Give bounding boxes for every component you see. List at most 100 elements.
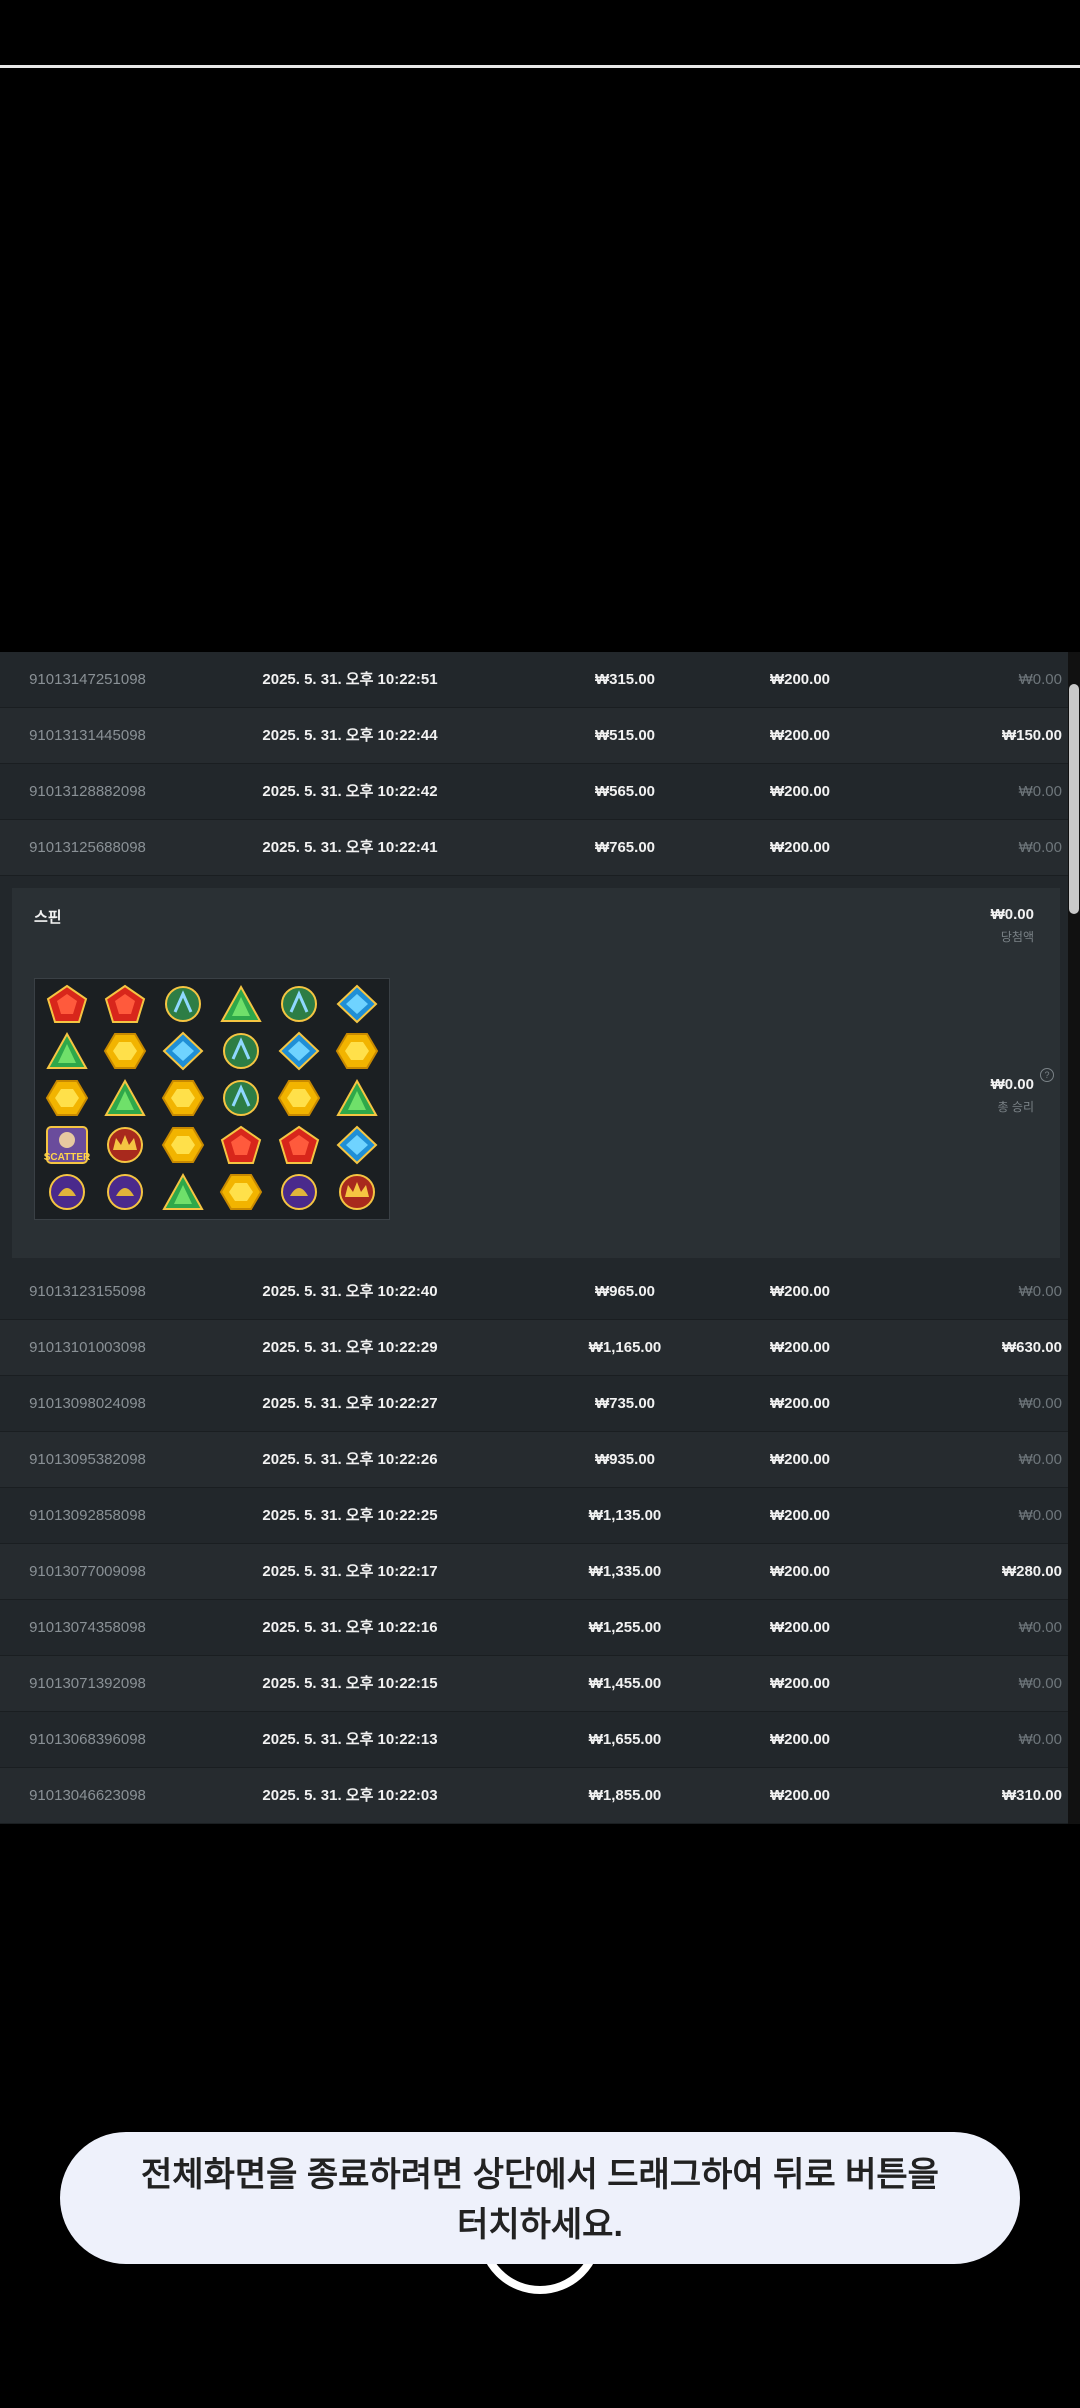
round-balance: ₩315.00 — [594, 671, 656, 688]
round-win: ₩0.00 — [1018, 1675, 1062, 1692]
round-win: ₩0.00 — [1018, 1395, 1062, 1412]
round-win: ₩0.00 — [1018, 1283, 1062, 1300]
round-time: 2025. 5. 31. 오후 10:22:42 — [262, 783, 438, 800]
round-time: 2025. 5. 31. 오후 10:22:51 — [262, 671, 438, 688]
round-balance: ₩515.00 — [594, 727, 656, 744]
round-time: 2025. 5. 31. 오후 10:22:44 — [262, 727, 438, 744]
reel-grid: SCATTER — [34, 978, 390, 1220]
toast-line-1: 전체화면을 종료하려면 상단에서 드래그하여 뒤로 버튼을 — [141, 2156, 939, 2194]
green-orb-gem-icon — [271, 981, 327, 1026]
round-time: 2025. 5. 31. 오후 10:22:15 — [262, 1675, 438, 1692]
red-gem-icon — [97, 981, 153, 1026]
purple-gem-icon — [271, 1169, 327, 1214]
round-id: 91013077009098 — [29, 1563, 146, 1580]
history-row[interactable]: 91013098024098 2025. 5. 31. 오후 10:22:27 ₩7… — [0, 1376, 1068, 1432]
round-time: 2025. 5. 31. 오후 10:22:40 — [262, 1283, 438, 1300]
history-row[interactable]: 91013046623098 2025. 5. 31. 오후 10:22:03 ₩1… — [0, 1768, 1068, 1824]
total-win-label: 총 승리 — [997, 1100, 1034, 1114]
green-gem-icon — [329, 1075, 385, 1120]
round-balance: ₩1,165.00 — [588, 1339, 662, 1356]
green-gem-icon — [97, 1075, 153, 1120]
round-bet: ₩200.00 — [769, 1619, 831, 1636]
crown-gem-icon — [97, 1122, 153, 1167]
green-orb-gem-icon — [213, 1075, 269, 1120]
top-divider-line — [0, 65, 1080, 68]
yellow-gem-icon — [39, 1075, 95, 1120]
history-row[interactable]: 91013068396098 2025. 5. 31. 오후 10:22:13 ₩1… — [0, 1712, 1068, 1768]
blue-gem-icon — [271, 1028, 327, 1073]
round-id: 91013101003098 — [29, 1339, 146, 1356]
round-bet: ₩200.00 — [769, 671, 831, 688]
round-balance: ₩565.00 — [594, 783, 656, 800]
history-row[interactable]: 91013101003098 2025. 5. 31. 오후 10:22:29 ₩1… — [0, 1320, 1068, 1376]
history-row[interactable]: 91013092858098 2025. 5. 31. 오후 10:22:25 ₩1… — [0, 1488, 1068, 1544]
yellow-gem-icon — [155, 1122, 211, 1167]
scrollbar-thumb[interactable] — [1069, 684, 1079, 914]
round-balance: ₩965.00 — [594, 1283, 656, 1300]
round-win: ₩0.00 — [1018, 1451, 1062, 1468]
round-bet: ₩200.00 — [769, 727, 831, 744]
round-time: 2025. 5. 31. 오후 10:22:17 — [262, 1563, 438, 1580]
round-id: 91013125688098 — [29, 839, 146, 856]
round-time: 2025. 5. 31. 오후 10:22:13 — [262, 1731, 438, 1748]
round-balance: ₩765.00 — [594, 839, 656, 856]
history-row[interactable]: 91013074358098 2025. 5. 31. 오후 10:22:16 ₩1… — [0, 1600, 1068, 1656]
purple-gem-icon — [97, 1169, 153, 1214]
green-gem-icon — [213, 981, 269, 1026]
round-win: ₩0.00 — [1018, 1731, 1062, 1748]
round-win: ₩150.00 — [1001, 727, 1062, 744]
purple-gem-icon — [39, 1169, 95, 1214]
round-time: 2025. 5. 31. 오후 10:22:29 — [262, 1339, 438, 1356]
round-win: ₩280.00 — [1001, 1563, 1062, 1580]
red-gem-icon — [213, 1122, 269, 1167]
blue-gem-icon — [155, 1028, 211, 1073]
history-row[interactable]: 91013147251098 2025. 5. 31. 오후 10:22:51 ₩3… — [0, 652, 1068, 708]
round-time: 2025. 5. 31. 오후 10:22:25 — [262, 1507, 438, 1524]
round-bet: ₩200.00 — [769, 1395, 831, 1412]
scatter-gem-icon: SCATTER — [39, 1122, 95, 1167]
round-id: 91013147251098 — [29, 671, 146, 688]
history-row[interactable]: 91013095382098 2025. 5. 31. 오후 10:22:26 ₩9… — [0, 1432, 1068, 1488]
red-gem-icon — [271, 1122, 327, 1167]
yellow-gem-icon — [271, 1075, 327, 1120]
round-time: 2025. 5. 31. 오후 10:22:26 — [262, 1451, 438, 1468]
round-id: 91013128882098 — [29, 783, 146, 800]
history-row[interactable]: 91013123155098 2025. 5. 31. 오후 10:22:40 ₩9… — [0, 1264, 1068, 1320]
round-win: ₩0.00 — [1018, 839, 1062, 856]
toast-line-2: 터치하세요. — [457, 2206, 623, 2244]
round-id: 91013071392098 — [29, 1675, 146, 1692]
history-row[interactable]: 91013131445098 2025. 5. 31. 오후 10:22:44 ₩5… — [0, 708, 1068, 764]
round-balance: ₩1,455.00 — [588, 1675, 662, 1692]
round-balance: ₩1,135.00 — [588, 1507, 662, 1524]
round-balance: ₩935.00 — [594, 1451, 656, 1468]
spin-detail-panel: 스핀 ₩0.00 당첨액 SCATTER ₩0.00 총 승리 ? — [0, 876, 1068, 1264]
round-time: 2025. 5. 31. 오후 10:22:41 — [262, 839, 438, 856]
yellow-gem-icon — [329, 1028, 385, 1073]
spin-detail-card: 스핀 ₩0.00 당첨액 SCATTER ₩0.00 총 승리 ? — [12, 888, 1060, 1258]
round-balance: ₩1,335.00 — [588, 1563, 662, 1580]
help-icon[interactable]: ? — [1040, 1068, 1054, 1082]
history-row[interactable]: 91013071392098 2025. 5. 31. 오후 10:22:15 ₩1… — [0, 1656, 1068, 1712]
history-row[interactable]: 91013125688098 2025. 5. 31. 오후 10:22:41 ₩7… — [0, 820, 1068, 876]
round-id: 91013046623098 — [29, 1787, 146, 1804]
yellow-gem-icon — [97, 1028, 153, 1073]
round-balance: ₩1,855.00 — [588, 1787, 662, 1804]
round-bet: ₩200.00 — [769, 1339, 831, 1356]
round-bet: ₩200.00 — [769, 1451, 831, 1468]
green-orb-gem-icon — [213, 1028, 269, 1073]
round-id: 91013095382098 — [29, 1451, 146, 1468]
history-row[interactable]: 91013128882098 2025. 5. 31. 오후 10:22:42 ₩5… — [0, 764, 1068, 820]
yellow-gem-icon — [155, 1075, 211, 1120]
history-row[interactable]: 91013077009098 2025. 5. 31. 오후 10:22:17 ₩1… — [0, 1544, 1068, 1600]
round-id: 91013131445098 — [29, 727, 146, 744]
history-rows-top: 91013147251098 2025. 5. 31. 오후 10:22:51 ₩3… — [0, 652, 1068, 876]
round-win: ₩0.00 — [1018, 1507, 1062, 1524]
scatter-label: SCATTER — [43, 1152, 91, 1163]
round-win: ₩0.00 — [1018, 671, 1062, 688]
round-bet: ₩200.00 — [769, 1283, 831, 1300]
green-gem-icon — [39, 1028, 95, 1073]
win-amount: ₩0.00 — [990, 906, 1034, 923]
blue-gem-icon — [329, 981, 385, 1026]
round-time: 2025. 5. 31. 오후 10:22:27 — [262, 1395, 438, 1412]
round-bet: ₩200.00 — [769, 1731, 831, 1748]
